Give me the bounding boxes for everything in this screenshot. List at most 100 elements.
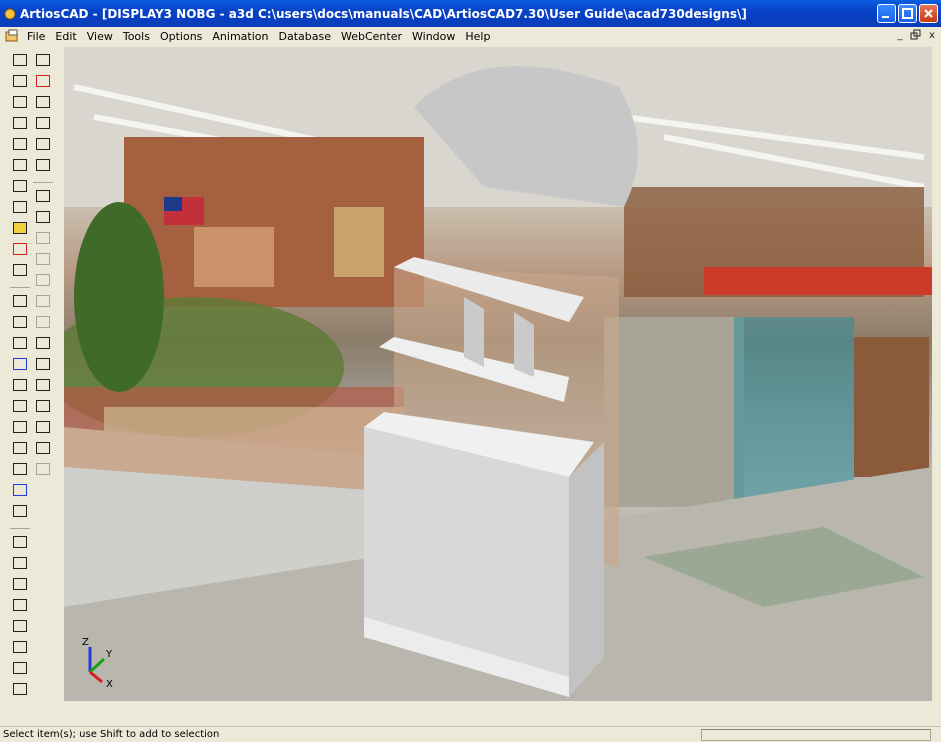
zoom-out-button[interactable] xyxy=(10,334,30,352)
line-curve-icon xyxy=(36,117,50,129)
zoom-blue-button[interactable] xyxy=(10,355,30,373)
front-box-button[interactable] xyxy=(10,51,30,69)
select-icon xyxy=(36,138,50,150)
frame-icon xyxy=(13,505,27,517)
measure-button[interactable] xyxy=(33,418,53,436)
pallet-button[interactable] xyxy=(10,680,30,698)
disabled-button xyxy=(33,460,53,478)
disabled-icon xyxy=(36,253,50,265)
menu-tools[interactable]: Tools xyxy=(118,30,155,43)
select-button[interactable] xyxy=(33,135,53,153)
status-pane xyxy=(701,728,931,741)
disabled-icon xyxy=(36,463,50,475)
eye-button[interactable] xyxy=(10,418,30,436)
rotated-box-button[interactable] xyxy=(10,72,30,90)
menu-file[interactable]: File xyxy=(22,30,50,43)
paint-button[interactable] xyxy=(33,93,53,111)
box-red-button[interactable] xyxy=(10,240,30,258)
close-button[interactable] xyxy=(919,4,938,23)
minimize-button[interactable] xyxy=(877,4,896,23)
mdi-frame-right xyxy=(932,47,941,701)
eye-star-button[interactable] xyxy=(10,575,30,593)
pan-hand-button[interactable] xyxy=(10,397,30,415)
menu-options[interactable]: Options xyxy=(155,30,207,43)
disabled-icon xyxy=(36,295,50,307)
zoom-window-button[interactable] xyxy=(10,376,30,394)
move-button[interactable] xyxy=(33,156,53,174)
layer-button[interactable] xyxy=(10,617,30,635)
frame-button[interactable] xyxy=(10,502,30,520)
stack-icon xyxy=(13,641,27,653)
menu-help[interactable]: Help xyxy=(460,30,495,43)
check-box-button[interactable] xyxy=(10,261,30,279)
grid-button[interactable] xyxy=(10,659,30,677)
toolbar-separator xyxy=(33,177,53,183)
mdi-minimize-button[interactable]: _ xyxy=(893,29,907,43)
disabled-button xyxy=(33,271,53,289)
stack-button[interactable] xyxy=(10,638,30,656)
layer-icon xyxy=(13,620,27,632)
arrows-button[interactable] xyxy=(33,439,53,457)
rotate-icon xyxy=(13,463,27,475)
store-scene: Z Y X xyxy=(64,47,932,701)
measure-icon xyxy=(36,421,50,433)
box-wire-button[interactable] xyxy=(10,114,30,132)
box-front-icon xyxy=(13,138,27,150)
3d-viewport[interactable]: Z Y X xyxy=(64,47,932,701)
awning xyxy=(704,267,932,295)
zoom-button[interactable] xyxy=(10,292,30,310)
box-outline-button[interactable] xyxy=(10,93,30,111)
box-front-button[interactable] xyxy=(10,135,30,153)
disabled-button xyxy=(33,250,53,268)
artioscad-logo-icon xyxy=(4,8,16,19)
redo-icon xyxy=(36,75,50,87)
check-box-icon xyxy=(13,264,27,276)
minimize-icon xyxy=(882,16,889,18)
mdi-restore-button[interactable] xyxy=(909,29,923,43)
disabled-icon xyxy=(36,232,50,244)
fold-button[interactable] xyxy=(10,198,30,216)
close-icon xyxy=(924,9,933,18)
flag-green-button[interactable] xyxy=(33,208,53,226)
zoom-fit-icon xyxy=(13,316,27,328)
redo-button[interactable] xyxy=(33,72,53,90)
rotate-button[interactable] xyxy=(10,460,30,478)
render-button[interactable] xyxy=(10,596,30,614)
flag-button[interactable] xyxy=(33,187,53,205)
maximize-button[interactable] xyxy=(898,4,917,23)
paint-icon xyxy=(36,96,50,108)
mdi-close-button[interactable]: x xyxy=(925,29,939,43)
status-message: Select item(s); use Shift to add to sele… xyxy=(3,729,220,740)
walk-button[interactable] xyxy=(10,439,30,457)
undo-button[interactable] xyxy=(33,51,53,69)
eraser-button[interactable] xyxy=(33,355,53,373)
rotated-box-icon xyxy=(13,75,27,87)
menu-edit[interactable]: Edit xyxy=(50,30,81,43)
menu-database[interactable]: Database xyxy=(274,30,337,43)
cube-light-button[interactable] xyxy=(10,533,30,551)
menu-window[interactable]: Window xyxy=(407,30,460,43)
restore-icon xyxy=(910,29,921,40)
orbit-button[interactable] xyxy=(10,481,30,499)
cube-light-icon xyxy=(13,536,27,548)
pencil-button[interactable] xyxy=(33,334,53,352)
walk-icon xyxy=(13,442,27,454)
rotate-arrow-icon xyxy=(36,379,50,391)
menu-webcenter[interactable]: WebCenter xyxy=(336,30,407,43)
stand-button[interactable] xyxy=(10,177,30,195)
orbit-icon xyxy=(13,484,27,496)
zoom-out-icon xyxy=(13,337,27,349)
rotate-arrow-button[interactable] xyxy=(33,376,53,394)
box-tilted-button[interactable] xyxy=(10,156,30,174)
menu-animation[interactable]: Animation xyxy=(207,30,273,43)
menu-view[interactable]: View xyxy=(82,30,118,43)
box-yellow-button[interactable] xyxy=(10,219,30,237)
zoom-fit-button[interactable] xyxy=(10,313,30,331)
copy-button[interactable] xyxy=(33,397,53,415)
line-curve-button[interactable] xyxy=(33,114,53,132)
document-icon[interactable] xyxy=(4,29,20,43)
light-button[interactable] xyxy=(10,554,30,572)
box-yellow-icon xyxy=(13,222,27,234)
eye-icon xyxy=(13,421,27,433)
pan-hand-icon xyxy=(13,400,27,412)
